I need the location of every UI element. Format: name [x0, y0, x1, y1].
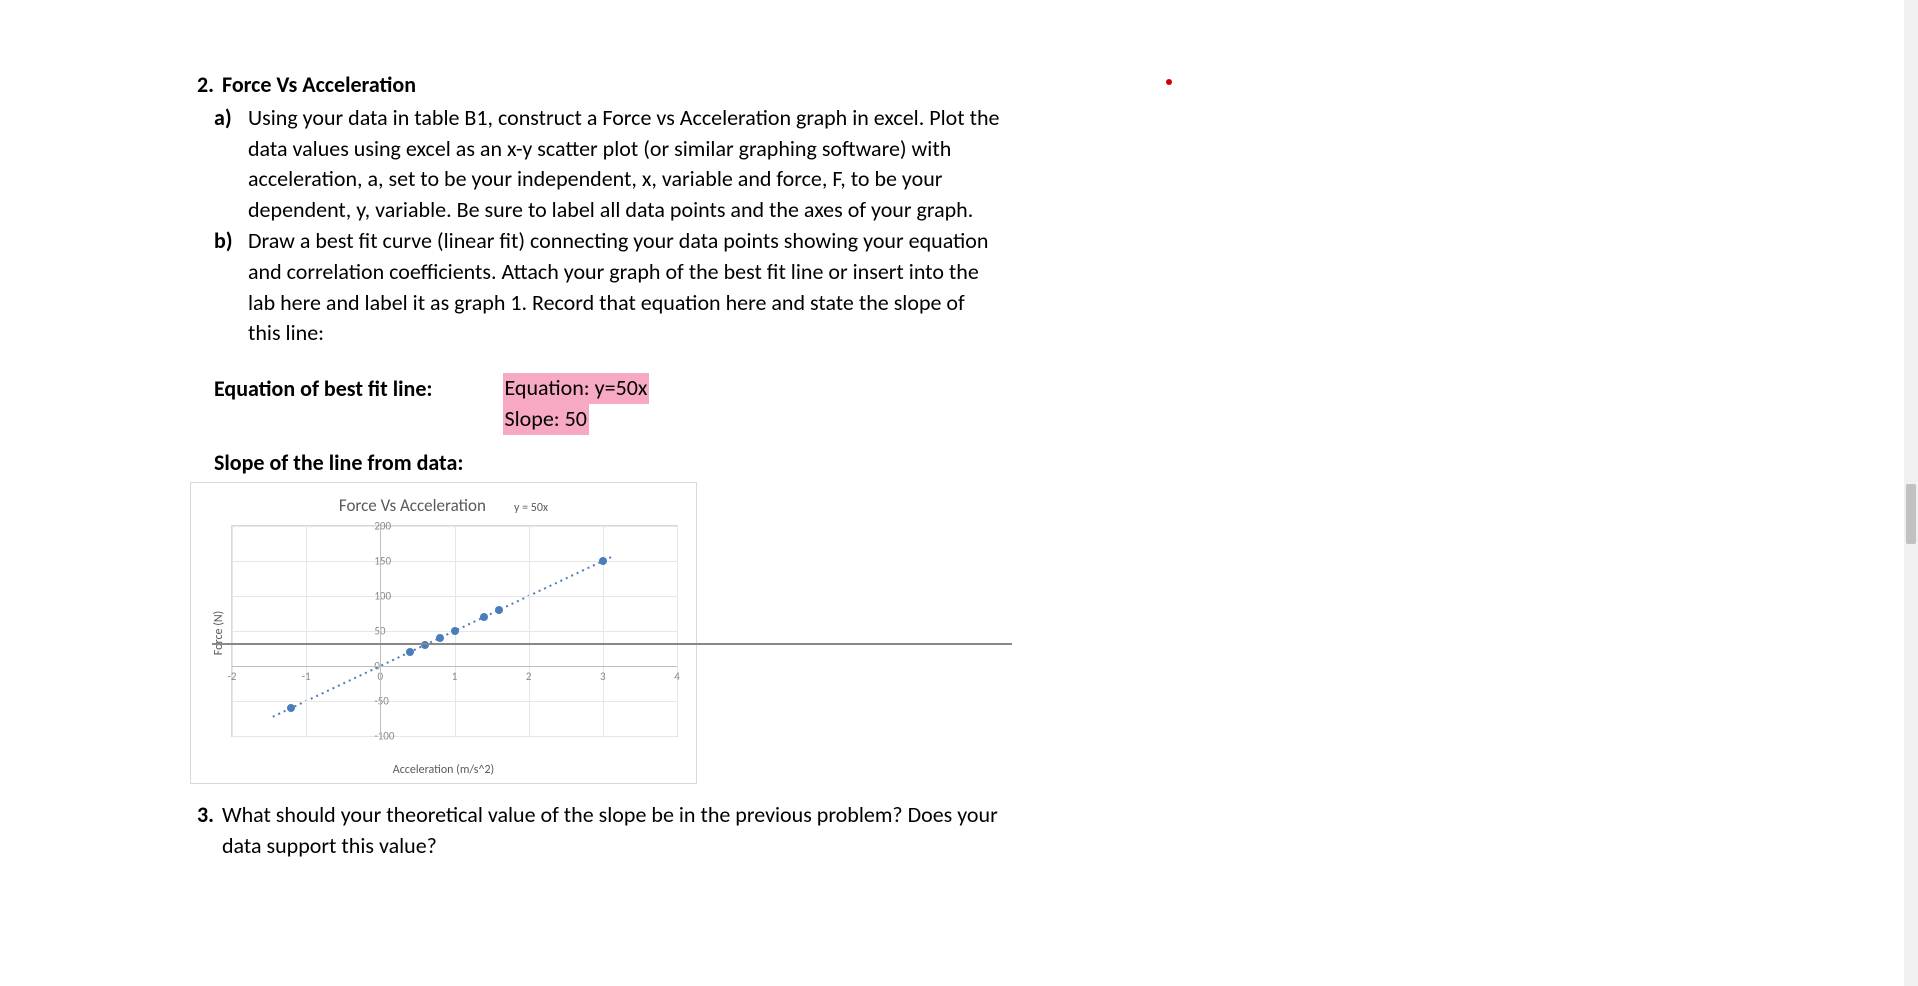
part-a-text: Using your data in table B1, construct a… — [248, 103, 1000, 226]
chart-y-tick: 150 — [374, 554, 391, 567]
chart-data-point — [495, 606, 503, 614]
equation-answer: Equation: y=50x — [503, 373, 650, 404]
equation-answer-box: Equation: y=50x Slope: 50 — [503, 373, 650, 435]
chart-gridline-vertical — [677, 526, 678, 736]
chart-gridline-horizontal — [232, 701, 677, 702]
chart-y-tick: 200 — [374, 519, 391, 532]
chart-gridline-horizontal — [232, 561, 677, 562]
question-number: 3. — [180, 800, 222, 862]
equation-label: Equation of best fit line: — [214, 373, 433, 402]
part-b-text: Draw a best fit curve (linear fit) conne… — [248, 226, 1000, 349]
chart-x-tick: 4 — [674, 670, 680, 683]
vertical-scrollbar-thumb[interactable] — [1906, 484, 1916, 544]
chart-x-tick: -1 — [302, 670, 311, 683]
chart-trend-label: y = 50x — [514, 501, 548, 515]
question-3-text: What should your theoretical value of th… — [222, 800, 1000, 862]
annotation-dot-icon — [1166, 79, 1172, 85]
part-b-letter: b) — [214, 226, 248, 349]
part-b: b) Draw a best fit curve (linear fit) co… — [214, 226, 1000, 349]
chart-y-tick: 100 — [374, 589, 391, 602]
chart-y-axis — [380, 526, 381, 736]
chart-y-tick: -50 — [374, 694, 389, 707]
chart-data-point — [287, 704, 295, 712]
chart-y-axis-label: Force (N) — [212, 611, 226, 655]
chart-y-tick: -100 — [374, 729, 394, 742]
equation-row: Equation of best fit line: Equation: y=5… — [214, 373, 1000, 435]
slope-from-data-label: Slope of the line from data: — [214, 449, 1000, 476]
chart-data-point — [406, 648, 414, 656]
chart-x-axis-label: Acceleration (m/s^2) — [191, 763, 696, 777]
chart-data-point — [480, 613, 488, 621]
chart-data-point — [451, 627, 459, 635]
slope-answer: Slope: 50 — [503, 404, 589, 435]
chart-title: Force Vs Acceleration — [339, 495, 486, 516]
chart-data-point — [436, 634, 444, 642]
vertical-scrollbar-track[interactable] — [1904, 0, 1918, 986]
document-page: 2. Force Vs Acceleration a) Using your d… — [180, 70, 1000, 861]
chart-container: Force Vs Acceleration y = 50x Force (N) … — [190, 482, 697, 784]
chart-x-tick: -2 — [228, 670, 237, 683]
part-a-letter: a) — [214, 103, 248, 226]
chart-x-tick: 1 — [452, 670, 458, 683]
chart-plot-area: -2-101234-100-50050100150200 — [231, 525, 678, 737]
chart-gridline-horizontal — [232, 526, 677, 527]
part-a: a) Using your data in table B1, construc… — [214, 103, 1000, 226]
question-title: Force Vs Acceleration — [222, 70, 416, 101]
chart-x-tick: 3 — [600, 670, 606, 683]
chart-title-row: Force Vs Acceleration y = 50x — [191, 495, 696, 516]
chart-x-tick: 2 — [526, 670, 532, 683]
question-number: 2. — [180, 70, 222, 101]
question-3: 3. What should your theoretical value of… — [180, 800, 1000, 862]
question-2-body: a) Using your data in table B1, construc… — [214, 103, 1000, 349]
question-2-header: 2. Force Vs Acceleration — [180, 70, 1000, 101]
chart-data-point — [599, 557, 607, 565]
chart-x-axis — [232, 666, 677, 667]
chart-gridline-horizontal — [232, 596, 677, 597]
horizontal-rule — [212, 643, 1012, 645]
chart-gridline-horizontal — [232, 736, 677, 737]
